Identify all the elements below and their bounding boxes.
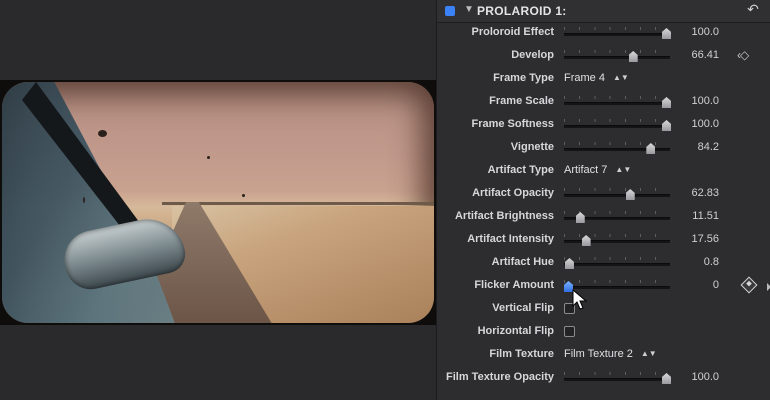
- param-label: Artifact Opacity: [472, 187, 554, 199]
- param-row: Artifact Brightness 11.51: [437, 206, 770, 229]
- mouse-cursor-icon: [572, 289, 588, 310]
- video-frame: [0, 80, 436, 325]
- param-slider[interactable]: [564, 94, 672, 110]
- slider-ticks: [564, 50, 670, 53]
- param-label: Vignette: [510, 141, 554, 153]
- effect-enable-checkbox[interactable]: [445, 6, 455, 16]
- param-slider[interactable]: [564, 186, 672, 202]
- popup-selected-value: Frame 4: [564, 72, 605, 84]
- param-row: Proloroid Effect 100.0: [437, 22, 770, 45]
- popup-selected-value: Artifact 7: [564, 164, 608, 176]
- param-value[interactable]: 100.0: [691, 26, 719, 38]
- popup-arrows-icon: ▲▼: [612, 73, 629, 83]
- slider-track[interactable]: [564, 194, 670, 197]
- effect-title: PROLAROID 1:: [477, 4, 567, 18]
- slider-track[interactable]: [564, 56, 670, 59]
- param-label: Develop: [511, 49, 554, 61]
- param-row: Horizontal Flip: [437, 321, 770, 344]
- popup-selected-value: Film Texture 2: [564, 348, 633, 360]
- slider-ticks: [564, 257, 670, 260]
- param-label: Artifact Type: [487, 164, 554, 176]
- slider-ticks: [564, 188, 670, 191]
- param-checkbox[interactable]: [564, 326, 575, 337]
- param-value[interactable]: 66.41: [691, 49, 719, 61]
- slider-ticks: [564, 119, 670, 122]
- param-row: Frame Scale 100.0: [437, 91, 770, 114]
- param-label: Artifact Brightness: [454, 210, 554, 222]
- param-slider[interactable]: [564, 255, 672, 271]
- slider-ticks: [564, 234, 670, 237]
- keyframe-nav-icon[interactable]: ‹◇: [737, 48, 749, 62]
- param-slider[interactable]: [564, 25, 672, 41]
- param-label: Proloroid Effect: [471, 26, 554, 38]
- param-label: Film Texture: [489, 348, 554, 360]
- slider-track[interactable]: [564, 240, 670, 243]
- param-row: Film Texture Film Texture 2 ▲▼: [437, 344, 770, 367]
- slider-ticks: [564, 372, 670, 375]
- param-value[interactable]: 84.2: [698, 141, 719, 153]
- inspector-panel: ▼ PROLAROID 1: ↶ Proloroid Effect 100.0 De…: [436, 0, 770, 400]
- param-slider[interactable]: [564, 117, 672, 133]
- param-row: Vignette 84.2: [437, 137, 770, 160]
- effect-header: ▼ PROLAROID 1: ↶: [437, 0, 770, 23]
- param-popup-menu[interactable]: Film Texture 2 ▲▼: [564, 348, 657, 360]
- slider-track[interactable]: [564, 263, 670, 266]
- slider-track[interactable]: [564, 125, 670, 128]
- slider-ticks: [564, 142, 670, 145]
- slider-track[interactable]: [564, 378, 670, 381]
- param-label: Artifact Hue: [491, 256, 554, 268]
- param-label: Frame Type: [493, 72, 554, 84]
- slider-ticks: [564, 27, 670, 30]
- slider-ticks: [564, 280, 670, 283]
- film-speck: [207, 156, 210, 159]
- popup-arrows-icon: ▲▼: [615, 165, 632, 175]
- param-row: Artifact Hue 0.8: [437, 252, 770, 275]
- param-slider[interactable]: [564, 140, 672, 156]
- param-label: Film Texture Opacity: [446, 371, 554, 383]
- viewer: [0, 0, 436, 400]
- popup-arrows-icon: ▲▼: [640, 349, 657, 359]
- param-slider[interactable]: [564, 48, 672, 64]
- param-label: Vertical Flip: [492, 302, 554, 314]
- param-slider[interactable]: [564, 370, 672, 386]
- param-row: Artifact Intensity 17.56: [437, 229, 770, 252]
- param-row: Flicker Amount 0: [437, 275, 770, 298]
- film-speck: [98, 130, 107, 137]
- param-popup-menu[interactable]: Artifact 7 ▲▼: [564, 164, 631, 176]
- slider-ticks: [564, 96, 670, 99]
- param-label: Horizontal Flip: [477, 325, 554, 337]
- param-row: Vertical Flip: [437, 298, 770, 321]
- param-popup-menu[interactable]: Frame 4 ▲▼: [564, 72, 629, 84]
- param-label: Frame Scale: [489, 95, 554, 107]
- reset-icon[interactable]: ↶: [745, 1, 761, 19]
- slider-track[interactable]: [564, 33, 670, 36]
- param-slider[interactable]: [564, 209, 672, 225]
- param-value[interactable]: 0.8: [704, 256, 719, 268]
- horizon-line: [162, 202, 434, 205]
- param-value[interactable]: 0: [713, 279, 719, 291]
- param-row: Artifact Opacity 62.83: [437, 183, 770, 206]
- film-speck: [242, 194, 245, 197]
- film-speck: [83, 197, 85, 203]
- param-value[interactable]: 17.56: [691, 233, 719, 245]
- param-row: Frame Softness 100.0: [437, 114, 770, 137]
- param-row: Frame Type Frame 4 ▲▼: [437, 68, 770, 91]
- slider-track[interactable]: [564, 102, 670, 105]
- param-value[interactable]: 62.83: [691, 187, 719, 199]
- add-keyframe-icon[interactable]: [740, 276, 758, 294]
- param-row: Film Texture Opacity 100.0: [437, 367, 770, 390]
- param-value[interactable]: 100.0: [691, 95, 719, 107]
- param-row: Artifact Type Artifact 7 ▲▼: [437, 160, 770, 183]
- param-value[interactable]: 100.0: [691, 371, 719, 383]
- param-slider[interactable]: [564, 232, 672, 248]
- param-value[interactable]: 100.0: [691, 118, 719, 130]
- param-row: Develop 66.41 ‹◇: [437, 45, 770, 68]
- param-label: Artifact Intensity: [467, 233, 554, 245]
- param-label: Flicker Amount: [474, 279, 554, 291]
- param-value[interactable]: 11.51: [692, 210, 719, 222]
- disclosure-triangle-icon[interactable]: ▼: [464, 4, 474, 15]
- preview-image: [2, 82, 434, 323]
- param-label: Frame Softness: [471, 118, 554, 130]
